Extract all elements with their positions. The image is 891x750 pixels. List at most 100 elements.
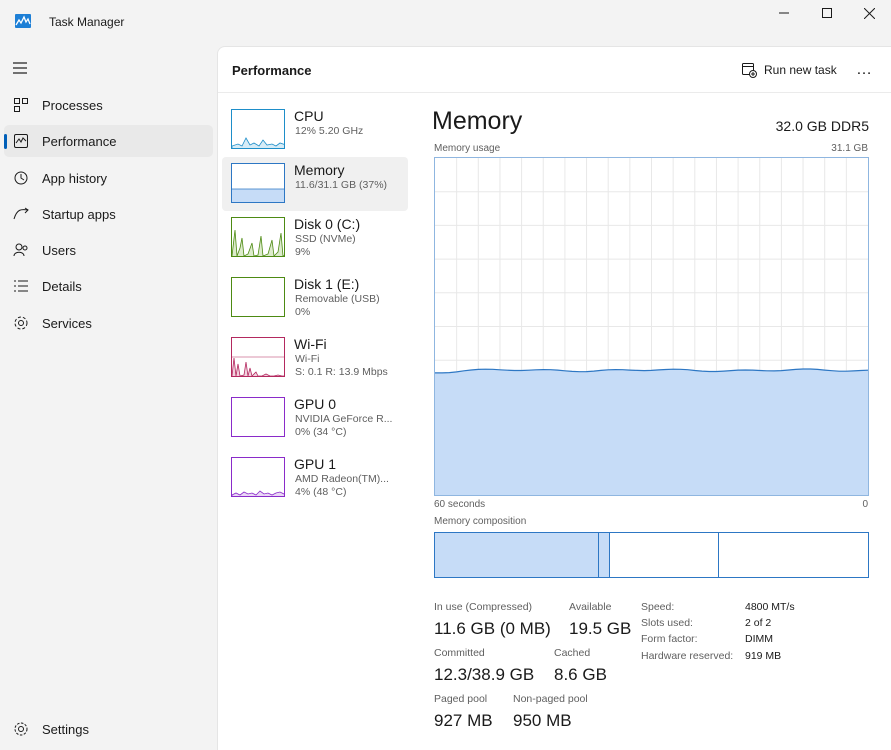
main-panel: Performance Run new task … CPU 12% 5.20 … — [217, 46, 891, 750]
device-cpu[interactable]: CPU 12% 5.20 GHz — [222, 103, 408, 157]
page-title: Performance — [232, 63, 312, 78]
non-paged-pool-value: 950 MB — [513, 711, 572, 730]
speed-value: 4800 MT/s — [745, 601, 795, 613]
nav-item-settings[interactable]: Settings — [4, 713, 213, 745]
cpu-sparkline — [232, 137, 284, 148]
device-disk-1[interactable]: Disk 1 (E:) Removable (USB) 0% — [222, 271, 408, 325]
available-value: 19.5 GB — [569, 619, 632, 638]
window-title: Task Manager — [49, 15, 125, 29]
device-disk-0[interactable]: Disk 0 (C:) SSD (NVMe) 9% — [222, 211, 408, 265]
settings-gear-icon — [14, 722, 28, 736]
nav-label: Performance — [42, 134, 117, 149]
nav-label: Services — [42, 316, 92, 331]
device-detail: Wi-Fi — [295, 353, 320, 365]
memory-usage-max: 31.1 GB — [831, 143, 868, 154]
device-name: Disk 0 (C:) — [294, 216, 361, 232]
device-detail: 0% — [295, 306, 311, 318]
memory-composition-bar — [434, 532, 869, 578]
minimize-button[interactable] — [763, 0, 805, 26]
disk-0-sparkline — [232, 229, 284, 256]
more-options-button[interactable]: … — [856, 61, 873, 79]
nav-item-performance[interactable]: Performance — [4, 125, 213, 157]
time-axis-left-label: 60 seconds — [434, 499, 486, 510]
disk-0-thumbnail — [231, 217, 285, 257]
nav-item-processes[interactable]: Processes — [4, 89, 213, 121]
nav-item-services[interactable]: Services — [4, 307, 213, 339]
memory-sparkline — [232, 188, 284, 202]
task-manager-app-icon — [15, 14, 31, 28]
device-memory[interactable]: Memory 11.6/31.1 GB (37%) — [222, 157, 408, 211]
available-label: Available — [569, 601, 612, 613]
cached-value: 8.6 GB — [554, 665, 607, 684]
device-detail: AMD Radeon(TM)... — [295, 473, 389, 485]
hamburger-menu-icon[interactable] — [13, 61, 29, 75]
device-name: GPU 0 — [294, 396, 337, 412]
run-new-task-icon — [742, 62, 757, 78]
title-bar: Task Manager — [0, 0, 891, 46]
form-factor-label: Form factor: — [641, 633, 698, 645]
memory-usage-label: Memory usage — [434, 143, 501, 154]
gpu-0-thumbnail — [231, 397, 285, 437]
header-divider — [218, 92, 891, 93]
nav-item-app-history[interactable]: App history — [4, 162, 213, 194]
committed-value: 12.3/38.9 GB — [434, 665, 535, 684]
device-wifi[interactable]: Wi-Fi Wi-Fi S: 0.1 R: 13.9 Mbps — [222, 331, 408, 385]
paged-pool-value: 927 MB — [434, 711, 493, 730]
details-icon — [14, 280, 28, 292]
nav-label: Details — [42, 279, 82, 294]
app-history-icon — [14, 171, 28, 185]
wifi-sparkline — [232, 356, 284, 376]
cached-label: Cached — [554, 647, 591, 659]
close-button[interactable] — [848, 0, 890, 26]
memory-spec: 32.0 GB DDR5 — [775, 118, 869, 134]
maximize-button[interactable] — [806, 0, 848, 26]
composition-in-use — [435, 533, 598, 577]
nav-label: App history — [42, 171, 108, 186]
device-gpu-1[interactable]: GPU 1 AMD Radeon(TM)... 4% (48 °C) — [222, 451, 408, 505]
device-detail: 9% — [295, 246, 311, 258]
minimize-icon — [779, 12, 789, 14]
device-name: Memory — [294, 162, 345, 178]
cpu-thumbnail — [231, 109, 285, 149]
in-use-value: 11.6 GB (0 MB) — [434, 619, 551, 638]
device-detail: S: 0.1 R: 13.9 Mbps — [295, 366, 388, 378]
memory-usage-area — [435, 369, 868, 495]
nav-item-users[interactable]: Users — [4, 234, 213, 266]
device-name: CPU — [294, 108, 324, 124]
device-detail: 0% (34 °C) — [295, 426, 347, 438]
paged-pool-label: Paged pool — [434, 693, 488, 705]
navigation-pane: Processes Performance App history Startu… — [0, 46, 217, 750]
nav-label: Users — [42, 243, 76, 258]
device-name: Wi-Fi — [294, 336, 327, 352]
maximize-icon — [822, 8, 832, 18]
speed-label: Speed: — [641, 601, 675, 613]
hardware-reserved-label: Hardware reserved: — [641, 650, 734, 662]
slots-used-label: Slots used: — [641, 617, 693, 629]
non-paged-pool-label: Non-paged pool — [513, 693, 588, 705]
memory-thumbnail — [231, 163, 285, 203]
device-name: GPU 1 — [294, 456, 337, 472]
committed-label: Committed — [434, 647, 485, 659]
close-icon — [863, 7, 875, 19]
users-icon — [13, 243, 28, 257]
device-detail: 12% 5.20 GHz — [295, 125, 364, 137]
device-gpu-0[interactable]: GPU 0 NVIDIA GeForce R... 0% (34 °C) — [222, 391, 408, 445]
in-use-label: In use (Compressed) — [434, 601, 533, 613]
disk-1-thumbnail — [231, 277, 285, 317]
time-axis-right-label: 0 — [862, 499, 868, 510]
device-detail: NVIDIA GeForce R... — [295, 413, 393, 425]
run-new-task-button[interactable]: Run new task — [742, 60, 837, 80]
device-detail: Removable (USB) — [295, 293, 380, 305]
startup-apps-icon — [13, 207, 29, 220]
performance-icon — [14, 134, 28, 148]
composition-divider — [609, 533, 610, 577]
gpu-1-sparkline — [232, 490, 284, 496]
processes-icon — [14, 98, 28, 112]
nav-item-details[interactable]: Details — [4, 270, 213, 302]
nav-item-startup-apps[interactable]: Startup apps — [4, 198, 213, 230]
nav-label: Settings — [42, 722, 89, 737]
composition-divider — [718, 533, 719, 577]
composition-modified — [599, 533, 609, 577]
memory-usage-graph — [434, 157, 869, 496]
gpu-1-thumbnail — [231, 457, 285, 497]
